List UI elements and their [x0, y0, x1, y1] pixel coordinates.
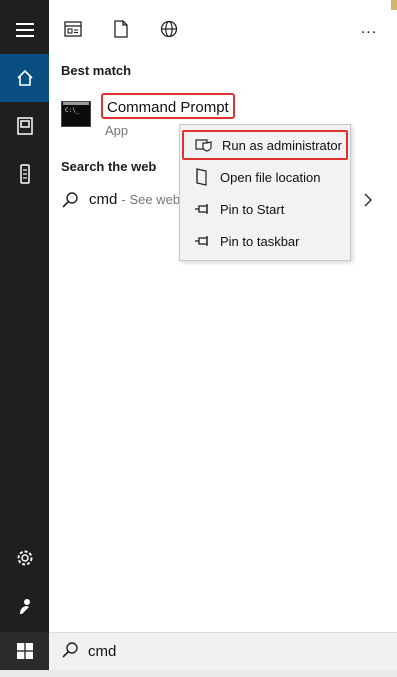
start-button[interactable] [0, 632, 49, 670]
web-search-result[interactable]: cmd - See web [89, 191, 180, 208]
home-button[interactable] [0, 54, 49, 102]
feedback-icon [19, 599, 30, 614]
documents-filter-button[interactable] [109, 17, 133, 41]
top-toolbar: ... [49, 0, 397, 58]
web-query: cmd [89, 191, 118, 208]
gear-icon [17, 550, 32, 566]
chevron-right-icon[interactable] [363, 193, 373, 212]
bottom-strip [0, 670, 397, 677]
best-match-heading: Best match [61, 63, 132, 78]
best-match-subtitle: App [105, 123, 129, 138]
pin-icon [192, 199, 212, 219]
menu-item-pin-to-start[interactable]: Pin to Start [180, 194, 350, 224]
feedback-button[interactable] [0, 582, 49, 630]
document-icon [114, 20, 128, 38]
web-icon [160, 20, 178, 38]
settings-button[interactable] [0, 534, 49, 582]
context-menu: Run as administrator Open file location … [179, 124, 351, 261]
search-web-heading: Search the web [61, 159, 157, 174]
web-search-icon [62, 192, 78, 213]
menu-item-pin-to-taskbar[interactable]: Pin to taskbar [180, 226, 350, 256]
more-options-button[interactable]: ... [357, 17, 381, 41]
search-icon [62, 642, 78, 663]
web-hint: - See web [121, 192, 181, 207]
documents-button[interactable] [0, 102, 49, 150]
command-prompt-icon[interactable]: C:\_ [61, 101, 91, 127]
shield-icon [194, 135, 214, 155]
pin-icon [192, 231, 212, 251]
file-location-icon [192, 167, 212, 187]
devices-button[interactable] [0, 150, 49, 198]
hamburger-icon [15, 23, 34, 37]
left-rail [0, 0, 49, 632]
device-icon [19, 164, 30, 184]
web-filter-button[interactable] [157, 17, 181, 41]
hamburger-menu-button[interactable] [0, 6, 49, 54]
menu-item-run-as-administrator[interactable]: Run as administrator [182, 130, 348, 160]
more-icon: ... [360, 20, 378, 37]
windows-logo-icon [16, 643, 33, 659]
window-edge [391, 0, 397, 10]
best-match-title[interactable]: Command Prompt [101, 93, 235, 119]
apps-icon [64, 21, 82, 37]
search-input[interactable] [88, 638, 368, 664]
menu-item-open-file-location[interactable]: Open file location [180, 162, 350, 192]
home-icon [16, 69, 33, 86]
documents-icon [16, 117, 33, 135]
apps-filter-button[interactable] [61, 17, 85, 41]
